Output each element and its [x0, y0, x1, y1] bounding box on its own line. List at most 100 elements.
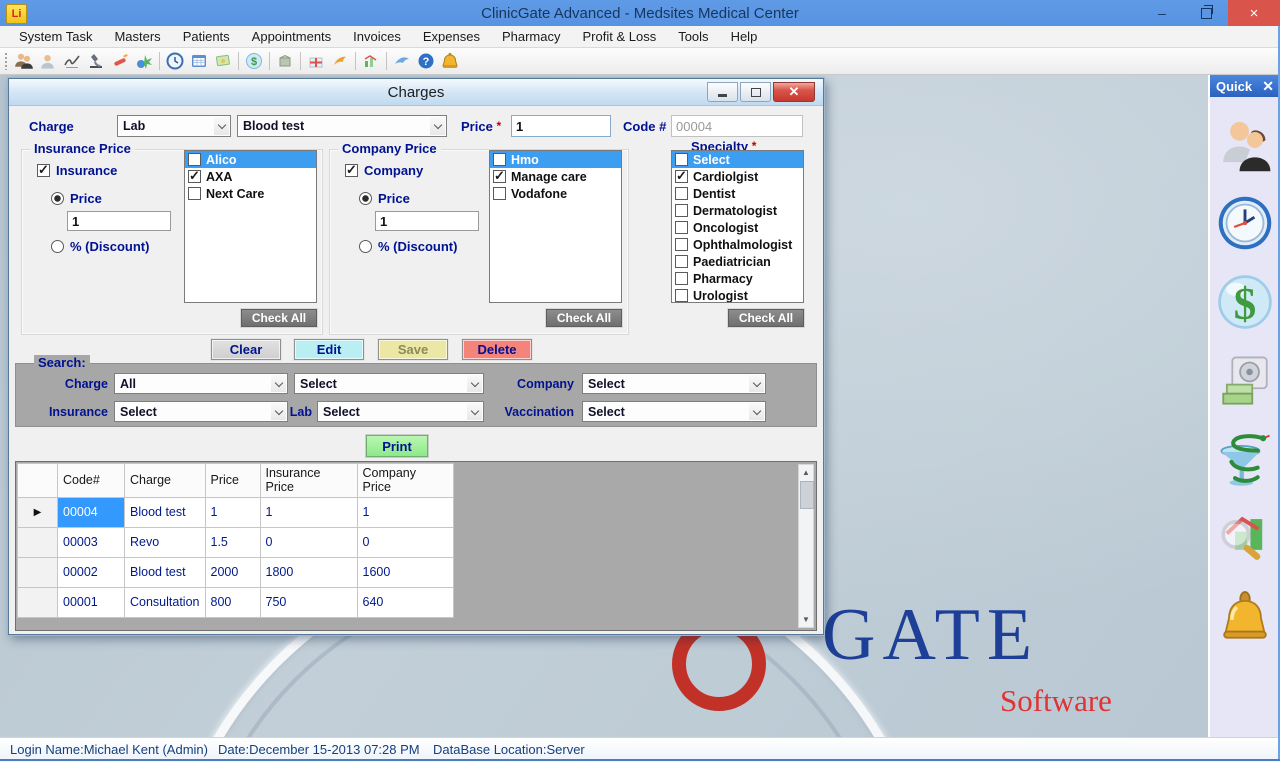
specialty-item-cardiolgist[interactable]: Cardiolgist	[672, 168, 803, 185]
insurance-listbox[interactable]: AlicoAXANext Care	[184, 150, 317, 303]
grid-cell[interactable]: 1.5	[205, 527, 260, 557]
row-selector-cell[interactable]	[18, 527, 58, 557]
toolbar-blue-swoosh-icon[interactable]	[390, 49, 414, 73]
row-selector-cell[interactable]	[18, 557, 58, 587]
checkbox-icon[interactable]	[493, 187, 506, 200]
checkbox-icon[interactable]	[675, 153, 688, 166]
toolbar-patients-pair-icon[interactable]	[12, 49, 36, 73]
toolbar-mini-chart-icon[interactable]	[359, 49, 383, 73]
insurance-price-radio[interactable]: Price	[51, 191, 102, 206]
specialty-item-dentist[interactable]: Dentist	[672, 185, 803, 202]
radio-icon[interactable]	[51, 192, 64, 205]
menu-item-invoices[interactable]: Invoices	[342, 26, 412, 48]
menu-item-system-task[interactable]: System Task	[8, 26, 103, 48]
checkbox-icon[interactable]	[188, 187, 201, 200]
row-selector-cell[interactable]	[18, 587, 58, 617]
scroll-thumb[interactable]	[800, 481, 814, 509]
specialty-item-paediatrician[interactable]: Paediatrician	[672, 253, 803, 270]
grid-cell[interactable]: 0	[357, 527, 453, 557]
grid-cell[interactable]: 00004	[58, 497, 125, 527]
quick-patients-icon[interactable]	[1216, 113, 1274, 175]
grid-cell[interactable]: Revo	[125, 527, 206, 557]
specialty-item-select[interactable]: Select	[672, 151, 803, 168]
table-row[interactable]: ▶00004Blood test111	[18, 497, 454, 527]
checkbox-icon[interactable]	[675, 255, 688, 268]
clear-button[interactable]: Clear	[211, 339, 281, 360]
specialty-item-oncologist[interactable]: Oncologist	[672, 219, 803, 236]
toolbar-clock-icon[interactable]	[163, 49, 187, 73]
checkbox-icon[interactable]	[675, 238, 688, 251]
company-item-hmo[interactable]: Hmo	[490, 151, 621, 168]
close-button[interactable]: ×	[1228, 0, 1280, 26]
company-price-radio[interactable]: Price	[359, 191, 410, 206]
quick-reports-icon[interactable]	[1216, 508, 1274, 570]
insurance-item-axa[interactable]: AXA	[185, 168, 316, 185]
checkbox-icon[interactable]	[493, 170, 506, 183]
checkbox-icon[interactable]	[675, 221, 688, 234]
table-row[interactable]: 00003Revo1.500	[18, 527, 454, 557]
search-charge-item-combobox[interactable]: Select	[294, 373, 484, 394]
grid-cell[interactable]: 750	[260, 587, 357, 617]
search-company-combobox[interactable]: Select	[582, 373, 766, 394]
specialty-check-all-button[interactable]: Check All	[728, 309, 804, 327]
checkbox-icon[interactable]	[188, 170, 201, 183]
toolbar-bell-gold-icon[interactable]	[438, 49, 462, 73]
quick-charges-icon[interactable]: $	[1216, 271, 1274, 333]
grid-scrollbar[interactable]: ▲ ▼	[798, 464, 814, 628]
grid-cell[interactable]: 800	[205, 587, 260, 617]
radio-icon[interactable]	[359, 240, 372, 253]
company-price-input[interactable]	[375, 211, 479, 231]
company-listbox[interactable]: HmoManage careVodafone	[489, 150, 622, 303]
grid-cell[interactable]: 00003	[58, 527, 125, 557]
row-selector-cell[interactable]: ▶	[18, 497, 58, 527]
checkbox-icon[interactable]	[675, 289, 688, 302]
quick-reminder-icon[interactable]	[1216, 587, 1274, 649]
quick-pharmacy-icon[interactable]	[1216, 429, 1274, 491]
grid-cell[interactable]: Consultation	[125, 587, 206, 617]
menu-item-masters[interactable]: Masters	[103, 26, 171, 48]
grid-column-header[interactable]: Company Price	[357, 464, 453, 498]
toolbar-lab-kit-icon[interactable]	[132, 49, 156, 73]
grid-cell[interactable]: 640	[357, 587, 453, 617]
grid-cell[interactable]: Blood test	[125, 497, 206, 527]
toolbar-signature-icon[interactable]	[60, 49, 84, 73]
grid-column-header[interactable]: Insurance Price	[260, 464, 357, 498]
insurance-price-input[interactable]	[67, 211, 171, 231]
delete-button[interactable]: Delete	[462, 339, 532, 360]
insurance-item-next-care[interactable]: Next Care	[185, 185, 316, 202]
grid-cell[interactable]: 00002	[58, 557, 125, 587]
print-button[interactable]: Print	[366, 435, 428, 457]
checkbox-icon[interactable]	[37, 164, 50, 177]
radio-icon[interactable]	[51, 240, 64, 253]
grid-cell[interactable]: 2000	[205, 557, 260, 587]
grid-cell[interactable]: 00001	[58, 587, 125, 617]
insurance-discount-radio[interactable]: % (Discount)	[51, 239, 149, 254]
company-item-vodafone[interactable]: Vodafone	[490, 185, 621, 202]
save-button[interactable]: Save	[378, 339, 448, 360]
radio-icon[interactable]	[359, 192, 372, 205]
grid-column-header[interactable]	[18, 464, 58, 498]
scroll-down-icon[interactable]: ▼	[799, 612, 813, 627]
dialog-maximize-button[interactable]	[740, 82, 771, 102]
quick-expenses-icon[interactable]	[1216, 350, 1274, 412]
toolbar-help-icon[interactable]: ?	[414, 49, 438, 73]
checkbox-icon[interactable]	[188, 153, 201, 166]
company-check-all-button[interactable]: Check All	[546, 309, 622, 327]
menu-item-help[interactable]: Help	[720, 26, 769, 48]
dialog-close-button[interactable]: ✕	[773, 82, 815, 102]
company-discount-radio[interactable]: % (Discount)	[359, 239, 457, 254]
toolbar-syringe-icon[interactable]	[108, 49, 132, 73]
restore-button[interactable]	[1184, 0, 1228, 26]
company-item-manage-care[interactable]: Manage care	[490, 168, 621, 185]
charge-item-combobox[interactable]: Blood test	[237, 115, 447, 137]
grid-cell[interactable]: 1	[357, 497, 453, 527]
search-vaccination-combobox[interactable]: Select	[582, 401, 766, 422]
search-charge-combobox[interactable]: All	[114, 373, 288, 394]
scroll-up-icon[interactable]: ▲	[799, 465, 813, 480]
toolbar-receipt-icon[interactable]	[211, 49, 235, 73]
checkbox-icon[interactable]	[675, 187, 688, 200]
table-row[interactable]: 00001Consultation800750640	[18, 587, 454, 617]
toolbar-patient-icon[interactable]	[36, 49, 60, 73]
toolbar-gift-icon[interactable]	[304, 49, 328, 73]
toolbar-calendar-payment-icon[interactable]	[187, 49, 211, 73]
